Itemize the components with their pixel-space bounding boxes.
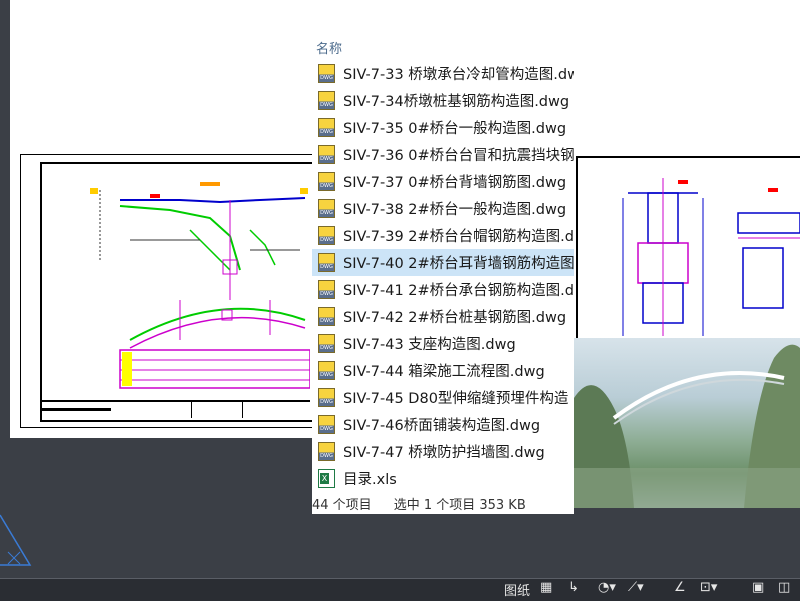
- dwg-file-icon: [318, 118, 335, 137]
- title-block: [42, 400, 310, 418]
- file-row[interactable]: SIV-7-47 桥墩防护挡墙图.dwg: [312, 438, 574, 465]
- file-row[interactable]: SIV-7-37 0#桥台背墙钢筋图.dwg: [312, 168, 574, 195]
- lineweight-icon[interactable]: ▣: [752, 580, 764, 598]
- dwg-file-icon: [318, 91, 335, 110]
- file-name: SIV-7-45 D80型伸缩缝预埋件构造: [343, 391, 569, 407]
- dwg-file-icon: [318, 145, 335, 164]
- file-name: SIV-7-36 0#桥台台冒和抗震挡块钢: [343, 148, 574, 164]
- file-row[interactable]: SIV-7-41 2#桥台承台钢筋构造图.d: [312, 276, 574, 303]
- file-row-selected[interactable]: SIV-7-40 2#桥台耳背墙钢筋构造图: [312, 249, 574, 276]
- polar-tracking-icon[interactable]: ◔▾: [598, 580, 616, 598]
- layout-tab[interactable]: 图纸: [504, 580, 530, 599]
- dwg-file-icon: [318, 442, 335, 461]
- file-row[interactable]: SIV-7-36 0#桥台台冒和抗震挡块钢: [312, 141, 574, 168]
- snap-icon[interactable]: ↳: [568, 580, 579, 598]
- file-name: SIV-7-34桥墩桩基钢筋构造图.dwg: [343, 94, 570, 110]
- file-row[interactable]: SIV-7-44 箱梁施工流程图.dwg: [312, 357, 574, 384]
- ucs-icon: [0, 514, 32, 566]
- file-list: SIV-7-33 桥墩承台冷却管构造图.dwg SIV-7-34桥墩桩基钢筋构造…: [312, 60, 574, 492]
- dynamic-ucs-icon[interactable]: ⊡▾: [700, 580, 717, 598]
- file-name: SIV-7-33 桥墩承台冷却管构造图.dwg: [343, 67, 574, 83]
- file-name: SIV-7-43 支座构造图.dwg: [343, 337, 516, 353]
- xls-file-icon: [318, 469, 335, 488]
- dwg-file-icon: [318, 280, 335, 299]
- dwg-file-icon: [318, 388, 335, 407]
- file-row[interactable]: SIV-7-38 2#桥台一般构造图.dwg: [312, 195, 574, 222]
- file-name: SIV-7-41 2#桥台承台钢筋构造图.d: [343, 283, 574, 299]
- file-row[interactable]: SIV-7-42 2#桥台桩基钢筋图.dwg: [312, 303, 574, 330]
- dwg-file-icon: [318, 307, 335, 326]
- dwg-file-icon: [318, 172, 335, 191]
- dwg-file-icon: [318, 361, 335, 380]
- bridge-photo: [574, 338, 800, 508]
- column-header-name[interactable]: 名称: [316, 38, 342, 57]
- file-row[interactable]: SIV-7-35 0#桥台一般构造图.dwg: [312, 114, 574, 141]
- file-name: SIV-7-40 2#桥台耳背墙钢筋构造图: [343, 256, 574, 272]
- dwg-file-icon: [318, 334, 335, 353]
- dwg-file-icon: [318, 199, 335, 218]
- file-name: SIV-7-37 0#桥台背墙钢筋图.dwg: [343, 175, 567, 191]
- file-row[interactable]: SIV-7-39 2#桥台台帽钢筋构造图.d: [312, 222, 574, 249]
- file-name: SIV-7-39 2#桥台台帽钢筋构造图.d: [343, 229, 574, 245]
- file-row[interactable]: 目录.xls: [312, 465, 574, 492]
- explorer-status-bar: 44 个项目 选中 1 个项目 353 KB: [312, 492, 574, 514]
- file-name: SIV-7-44 箱梁施工流程图.dwg: [343, 364, 545, 380]
- file-row[interactable]: SIV-7-33 桥墩承台冷却管构造图.dwg: [312, 60, 574, 87]
- osnap-icon[interactable]: ⟋▾: [628, 580, 644, 598]
- background-strip: [574, 508, 800, 578]
- file-row[interactable]: SIV-7-43 支座构造图.dwg: [312, 330, 574, 357]
- file-name: SIV-7-35 0#桥台一般构造图.dwg: [343, 121, 567, 137]
- file-row[interactable]: SIV-7-46桥面铺装构造图.dwg: [312, 411, 574, 438]
- dwg-file-icon: [318, 415, 335, 434]
- pier-drawing: [622, 178, 800, 336]
- selection-info: 选中 1 个项目 353 KB: [393, 497, 526, 513]
- otrack-icon[interactable]: ∠: [674, 580, 686, 598]
- file-list-panel: 名称 SIV-7-33 桥墩承台冷却管构造图.dwg SIV-7-34桥墩桩基钢…: [312, 30, 574, 514]
- dwg-file-icon: [318, 226, 335, 245]
- file-name: 目录.xls: [343, 472, 397, 488]
- dwg-file-icon: [318, 64, 335, 83]
- file-name: SIV-7-46桥面铺装构造图.dwg: [343, 418, 541, 434]
- file-name: SIV-7-42 2#桥台桩基钢筋图.dwg: [343, 310, 567, 326]
- file-name: SIV-7-38 2#桥台一般构造图.dwg: [343, 202, 567, 218]
- bridge-drawing: [90, 182, 310, 389]
- file-row[interactable]: SIV-7-45 D80型伸缩缝预埋件构造: [312, 384, 574, 411]
- item-count: 44 个项目: [312, 497, 372, 513]
- transparency-icon[interactable]: ◫: [778, 580, 790, 598]
- file-name: SIV-7-47 桥墩防护挡墙图.dwg: [343, 445, 545, 461]
- file-row[interactable]: SIV-7-34桥墩桩基钢筋构造图.dwg: [312, 87, 574, 114]
- dwg-file-icon: [318, 253, 335, 272]
- grid-icon[interactable]: ▦: [540, 580, 552, 598]
